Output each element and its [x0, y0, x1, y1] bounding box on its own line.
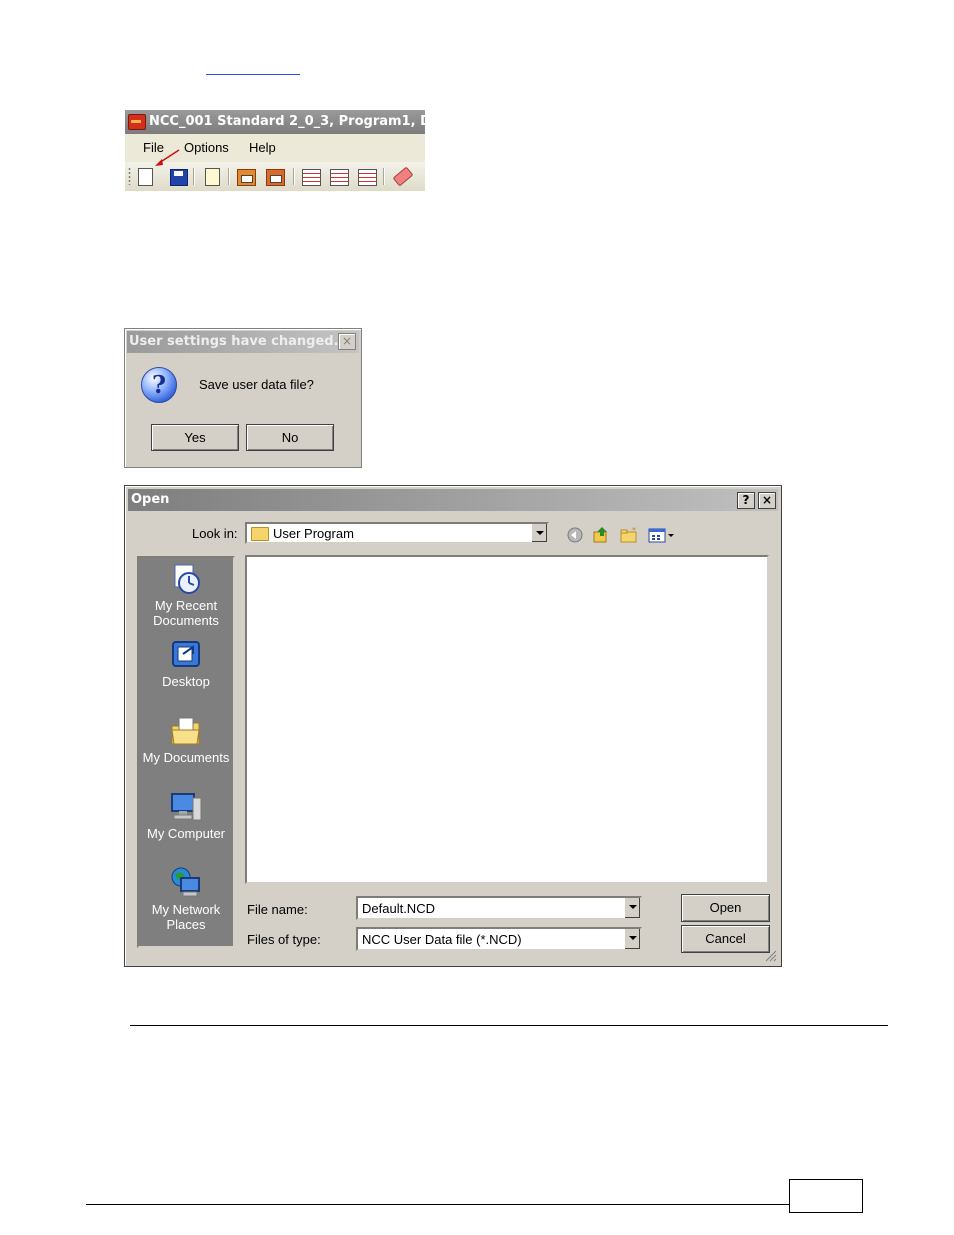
- close-icon[interactable]: ×: [758, 492, 776, 509]
- place-my-documents[interactable]: My Documents: [139, 714, 233, 765]
- new-icon[interactable]: [135, 167, 155, 186]
- look-in-label: Look in:: [192, 526, 238, 541]
- open-dialog: Open ? × Look in: User Program * My Rece…: [124, 485, 782, 967]
- resize-grip-icon[interactable]: [763, 948, 777, 962]
- chevron-down-icon[interactable]: [624, 898, 640, 918]
- place-label: My Network Places: [151, 902, 221, 932]
- file-type-label: Files of type:: [247, 932, 321, 947]
- window-icon[interactable]: [236, 167, 256, 186]
- yes-button[interactable]: Yes: [151, 424, 239, 451]
- file-type-dropdown[interactable]: NCC User Data file (*.NCD): [356, 927, 642, 951]
- app-title-bar: NCC_001 Standard 2_0_3, Program1, Defa: [125, 110, 425, 134]
- toolbar-separator: [293, 168, 295, 185]
- toolbar-separator: [193, 168, 195, 185]
- chevron-down-icon[interactable]: [531, 524, 547, 542]
- place-desktop[interactable]: Desktop: [139, 638, 233, 689]
- toolbar-separator: [228, 168, 230, 185]
- message-text: Save user data file?: [199, 377, 314, 392]
- desktop-icon: [169, 638, 203, 672]
- place-label: My Computer: [146, 826, 226, 841]
- file-name-input[interactable]: Default.NCD: [356, 896, 642, 920]
- chevron-down-icon[interactable]: [624, 929, 640, 949]
- svg-text:*: *: [632, 526, 636, 535]
- page-number-box: [789, 1179, 863, 1213]
- file-name-value: Default.NCD: [362, 901, 435, 916]
- new-folder-icon[interactable]: *: [619, 526, 639, 544]
- place-label: Desktop: [162, 674, 210, 689]
- footer-rule: [86, 1204, 790, 1205]
- app-icon: [128, 114, 146, 130]
- help-icon[interactable]: ?: [737, 492, 755, 509]
- menu-help[interactable]: Help: [249, 140, 276, 155]
- view-menu-icon[interactable]: [647, 526, 677, 544]
- hyperlink[interactable]: [206, 56, 300, 75]
- my-computer-icon: [169, 790, 203, 824]
- place-label: My Recent Documents: [153, 598, 219, 628]
- menu-options[interactable]: Options: [184, 140, 229, 155]
- horizontal-rule: [130, 1025, 888, 1026]
- open-icon[interactable]: [202, 167, 222, 186]
- open-dialog-title: Open: [131, 492, 170, 507]
- close-icon[interactable]: ×: [338, 333, 356, 350]
- look-in-dropdown[interactable]: User Program: [245, 522, 549, 544]
- cancel-button[interactable]: Cancel: [681, 925, 770, 953]
- eraser-icon[interactable]: [391, 166, 414, 187]
- toolbar-separator: [383, 168, 385, 185]
- message-box-title: User settings have changed.: [129, 334, 339, 349]
- grid-edit-icon[interactable]: [329, 167, 349, 186]
- place-my-network-places[interactable]: My Network Places: [139, 866, 233, 932]
- window-save-icon[interactable]: [265, 167, 285, 186]
- grid-save-icon[interactable]: [357, 167, 377, 186]
- up-folder-icon[interactable]: [591, 526, 611, 544]
- file-name-label: File name:: [247, 902, 308, 917]
- file-type-value: NCC User Data file (*.NCD): [362, 932, 522, 947]
- toolbar-grip[interactable]: [128, 167, 131, 185]
- no-button[interactable]: No: [246, 424, 334, 451]
- look-in-value: User Program: [273, 526, 354, 541]
- message-box: User settings have changed. × ? Save use…: [124, 328, 362, 468]
- my-documents-icon: [169, 714, 203, 748]
- places-bar: My Recent Documents Desktop My Documents…: [137, 556, 235, 948]
- open-button[interactable]: Open: [681, 894, 770, 922]
- open-dialog-title-bar: Open ? ×: [128, 489, 778, 511]
- back-icon[interactable]: [565, 526, 585, 544]
- file-list[interactable]: [245, 555, 769, 884]
- place-my-recent-documents[interactable]: My Recent Documents: [139, 562, 233, 628]
- grid-icon[interactable]: [301, 167, 321, 186]
- save-icon[interactable]: [168, 167, 188, 186]
- recent-documents-icon: [169, 562, 203, 596]
- network-places-icon: [169, 866, 203, 900]
- place-label: My Documents: [142, 750, 230, 765]
- question-icon: ?: [141, 367, 177, 403]
- app-title: NCC_001 Standard 2_0_3, Program1, Defa: [149, 114, 425, 129]
- place-my-computer[interactable]: My Computer: [139, 790, 233, 841]
- folder-icon: [251, 527, 269, 541]
- message-box-title-bar: User settings have changed. ×: [127, 331, 359, 353]
- red-arrow-icon: [155, 149, 180, 166]
